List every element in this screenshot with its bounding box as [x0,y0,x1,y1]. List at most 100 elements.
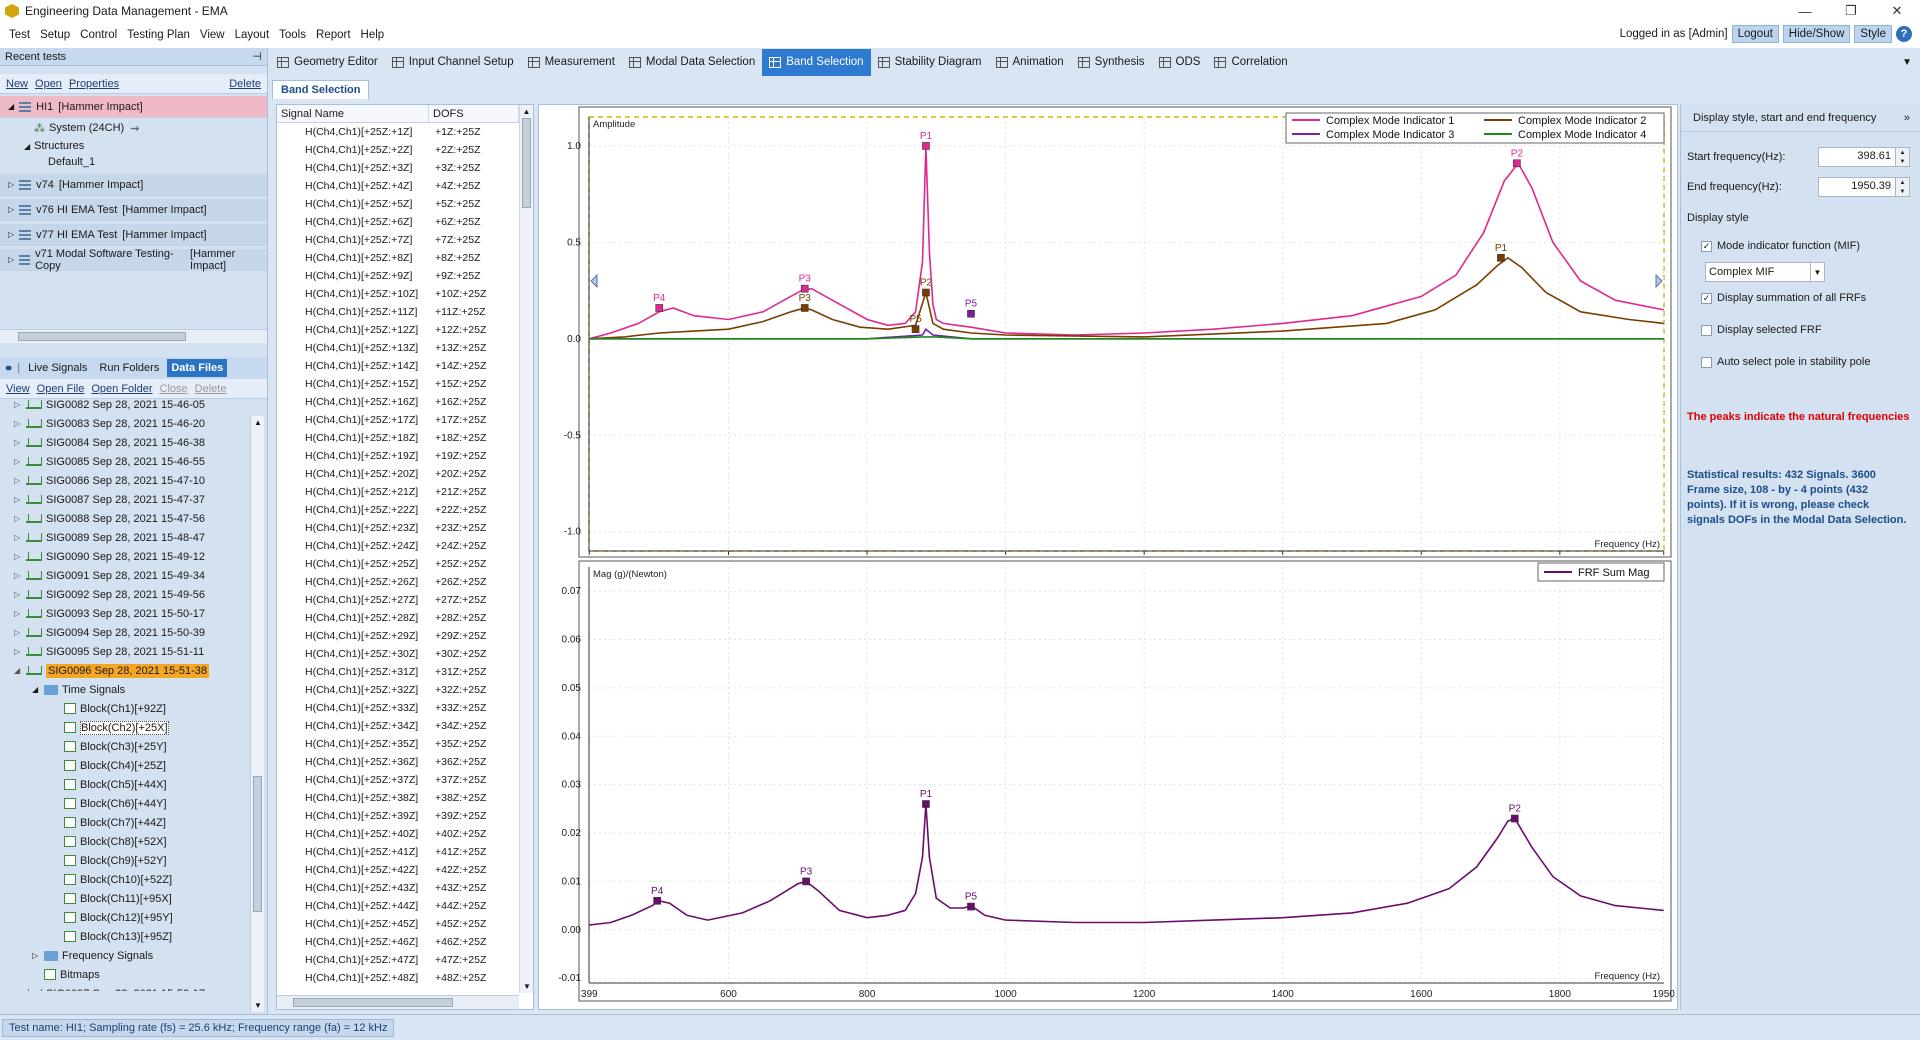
tab-band-selection[interactable]: Band Selection [762,48,871,76]
table-row[interactable]: H(Ch4,Ch1)[+25Z:+37Z] +37Z:+25Z [277,771,533,789]
expand-icon[interactable]: ▷ [14,609,26,618]
minimize-button[interactable]: — [1782,0,1828,22]
open-test-link[interactable]: Open [35,78,62,90]
tab-animation[interactable]: Animation [989,49,1071,76]
table-row[interactable]: H(Ch4,Ch1)[+25Z:+28Z] +28Z:+25Z [277,609,533,627]
signal-file-row[interactable]: ▷ SIG0094 Sep 28, 2021 15-50-39 [0,623,267,642]
menu-setup[interactable]: Setup [40,29,70,41]
signal-file-row[interactable]: ▷ SIG0088 Sep 28, 2021 15-47-56 [0,509,267,528]
tab-synthesis[interactable]: Synthesis [1071,49,1152,76]
table-row[interactable]: H(Ch4,Ch1)[+25Z:+30Z] +30Z:+25Z [277,645,533,663]
auto-select-checkbox[interactable] [1701,356,1712,368]
end-frequency-input[interactable]: 1950.39 [1818,177,1896,197]
expand-icon[interactable]: ▷ [14,571,26,580]
sum-frfs-checkbox[interactable]: ✓ [1701,292,1712,304]
block-signal-row[interactable]: Block(Ch2)[+25X] [0,718,267,737]
expand-icon[interactable]: ◢ [32,685,44,694]
table-row[interactable]: H(Ch4,Ch1)[+25Z:+13Z] +13Z:+25Z [277,339,533,357]
table-row[interactable]: H(Ch4,Ch1)[+25Z:+47Z] +47Z:+25Z [277,951,533,969]
new-test-link[interactable]: New [6,78,28,90]
expand-icon[interactable]: ▷ [14,495,26,504]
menu-layout[interactable]: Layout [235,29,270,41]
block-signal-row[interactable]: Block(Ch5)[+44X] [0,775,267,794]
expand-icon[interactable]: ▷ [14,514,26,523]
chevron-down-icon[interactable]: ▼ [1810,263,1824,281]
menu-report[interactable]: Report [316,29,351,41]
signal-file-row[interactable]: ▷ SIG0091 Sep 28, 2021 15-49-34 [0,566,267,585]
table-row[interactable]: H(Ch4,Ch1)[+25Z:+17Z] +17Z:+25Z [277,411,533,429]
table-vertical-scrollbar[interactable]: ▲ ▼ [519,105,533,993]
tab-input-channel-setup[interactable]: Input Channel Setup [385,49,521,76]
table-row[interactable]: H(Ch4,Ch1)[+25Z:+11Z] +11Z:+25Z [277,303,533,321]
menu-tools[interactable]: Tools [279,29,306,41]
block-signal-row[interactable]: Block(Ch8)[+52X] [0,832,267,851]
table-row[interactable]: H(Ch4,Ch1)[+25Z:+9Z] +9Z:+25Z [277,267,533,285]
menu-view[interactable]: View [200,29,225,41]
structures-node[interactable]: ◢ Structures [0,138,267,154]
hide-show-button[interactable]: Hide/Show [1782,25,1851,43]
tab-measurement[interactable]: Measurement [521,49,622,76]
frequency-signals-node[interactable]: ▷ Frequency Signals [0,946,267,965]
test-row[interactable]: ◢ HI1 [Hammer Impact] [0,96,267,118]
open-file-link[interactable]: Open File [37,383,85,395]
signal-file-row[interactable]: ▷ SIG0083 Sep 28, 2021 15-46-20 [0,414,267,433]
expand-icon[interactable]: ▷ [14,628,26,637]
table-row[interactable]: H(Ch4,Ch1)[+25Z:+4Z] +4Z:+25Z [277,177,533,195]
table-row[interactable]: H(Ch4,Ch1)[+25Z:+16Z] +16Z:+25Z [277,393,533,411]
block-signal-row[interactable]: Block(Ch7)[+44Z] [0,813,267,832]
band-selection-subtab[interactable]: Band Selection [272,80,370,99]
signal-file-row[interactable]: ▷ SIG0092 Sep 28, 2021 15-49-56 [0,585,267,604]
start-frequency-stepper[interactable]: ▲ ▼ [1896,147,1910,167]
bitmaps-node[interactable]: Bitmaps [0,965,267,984]
expand-icon[interactable]: ▷ [14,533,26,542]
block-signal-row[interactable]: Block(Ch6)[+44Y] [0,794,267,813]
signal-file-row[interactable]: ▷ SIG0084 Sep 28, 2021 15-46-38 [0,433,267,452]
tab-correlation[interactable]: Correlation [1207,49,1294,76]
table-row[interactable]: H(Ch4,Ch1)[+25Z:+14Z] +14Z:+25Z [277,357,533,375]
block-signal-row[interactable]: Block(Ch13)[+95Z] [0,927,267,946]
table-row[interactable]: H(Ch4,Ch1)[+25Z:+48Z] +48Z:+25Z [277,969,533,987]
expand-icon[interactable]: ▷ [32,951,44,960]
table-row[interactable]: H(Ch4,Ch1)[+25Z:+12Z] +12Z:+25Z [277,321,533,339]
block-signal-row[interactable]: Block(Ch1)[+92Z] [0,699,267,718]
close-button[interactable]: ✕ [1874,0,1920,22]
block-signal-row[interactable]: Block(Ch9)[+52Y] [0,851,267,870]
table-row[interactable]: H(Ch4,Ch1)[+25Z:+19Z] +19Z:+25Z [277,447,533,465]
tab-geometry-editor[interactable]: Geometry Editor [270,49,385,76]
data-files-scrollbar[interactable]: ▲ ▼ [250,416,264,1012]
block-signal-row[interactable]: Block(Ch10)[+52Z] [0,870,267,889]
signal-file-row[interactable]: ▷ SIG0086 Sep 28, 2021 15-47-10 [0,471,267,490]
expand-icon[interactable]: ▷ [14,590,26,599]
block-signal-row[interactable]: Block(Ch3)[+25Y] [0,737,267,756]
tab-ods[interactable]: ODS [1152,49,1208,76]
table-row[interactable]: H(Ch4,Ch1)[+25Z:+44Z] +44Z:+25Z [277,897,533,915]
table-row[interactable]: H(Ch4,Ch1)[+25Z:+39Z] +39Z:+25Z [277,807,533,825]
table-row[interactable]: H(Ch4,Ch1)[+25Z:+29Z] +29Z:+25Z [277,627,533,645]
delete-link[interactable]: Delete [195,383,227,395]
signal-file-row[interactable]: ▷ SIG0093 Sep 28, 2021 15-50-17 [0,604,267,623]
tabs-overflow-icon[interactable]: ▼ [1902,57,1912,68]
table-row[interactable]: H(Ch4,Ch1)[+25Z:+21Z] +21Z:+25Z [277,483,533,501]
expand-icon[interactable]: ▷ [14,476,26,485]
signal-file-row[interactable]: ▷ SIG0087 Sep 28, 2021 15-47-37 [0,490,267,509]
table-row[interactable]: H(Ch4,Ch1)[+25Z:+24Z] +24Z:+25Z [277,537,533,555]
table-row[interactable]: H(Ch4,Ch1)[+25Z:+20Z] +20Z:+25Z [277,465,533,483]
system-node[interactable]: ⁂ System (24CH) ⇝ [0,118,267,138]
signal-file-row[interactable]: ▷ SIG0097 Sep 28, 2021 15-52-17 [0,984,267,991]
table-row[interactable]: H(Ch4,Ch1)[+25Z:+10Z] +10Z:+25Z [277,285,533,303]
table-row[interactable]: H(Ch4,Ch1)[+25Z:+6Z] +6Z:+25Z [277,213,533,231]
selected-frf-row[interactable]: Display selected FRF [1681,314,1920,346]
mif-and-frf-charts[interactable]: 1.0 0.5 0.0 -0.5 -1.0 Amplitude Frequency (Hz)… [539,105,1679,1011]
mif-type-select[interactable]: Complex MIF ▼ [1705,262,1825,282]
signal-file-row[interactable]: ▷ SIG0089 Sep 28, 2021 15-48-47 [0,528,267,547]
signal-file-row[interactable]: ▷ SIG0082 Sep 28, 2021 15-46-05 [0,395,267,414]
tests-horizontal-scrollbar[interactable] [0,329,267,343]
table-row[interactable]: H(Ch4,Ch1)[+25Z:+18Z] +18Z:+25Z [277,429,533,447]
tab-live-signals[interactable]: Live Signals [24,359,91,377]
table-row[interactable]: H(Ch4,Ch1)[+25Z:+41Z] +41Z:+25Z [277,843,533,861]
table-row[interactable]: H(Ch4,Ch1)[+25Z:+2Z] +2Z:+25Z [277,141,533,159]
tab-modal-data-selection[interactable]: Modal Data Selection [622,49,762,76]
expand-icon[interactable]: ▷ [14,647,26,656]
menu-testing-plan[interactable]: Testing Plan [127,29,190,41]
selected-frf-checkbox[interactable] [1701,324,1712,336]
